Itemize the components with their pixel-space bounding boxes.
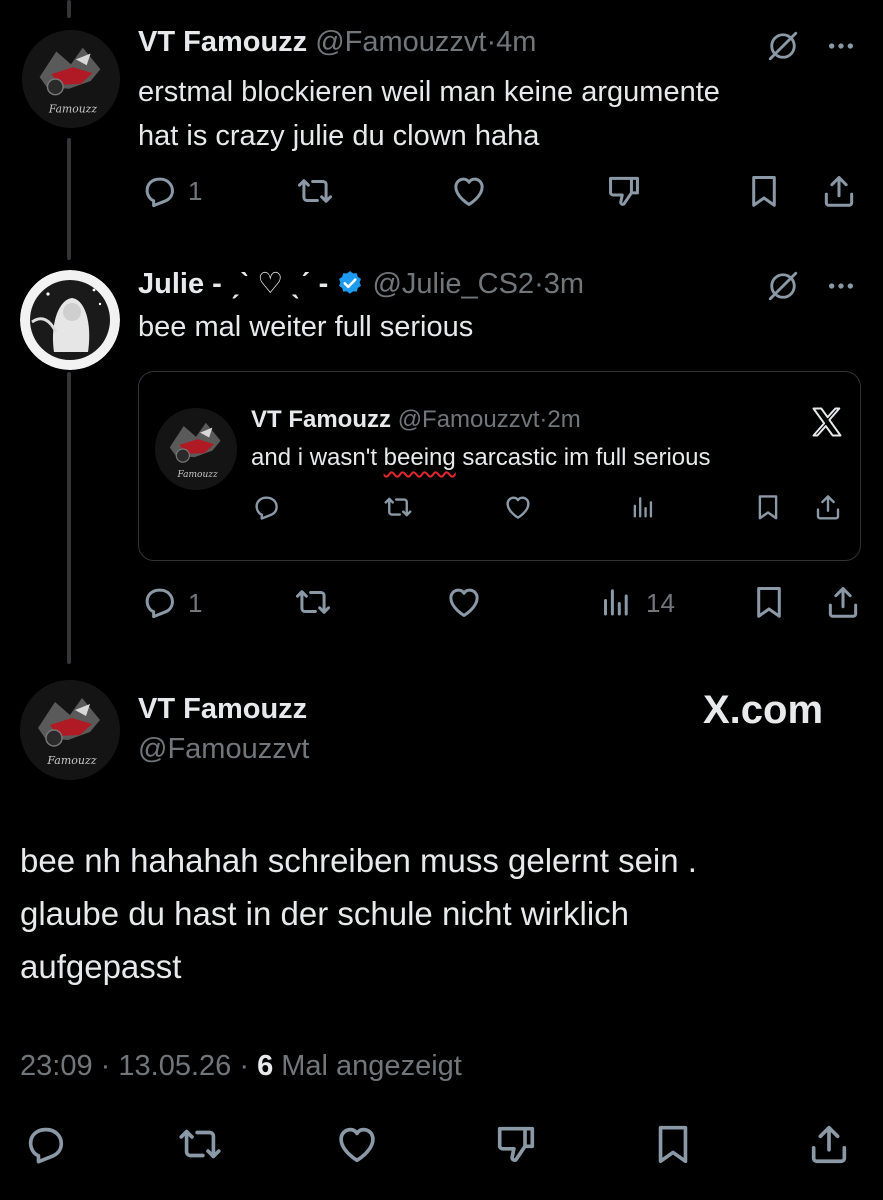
thread-line-1	[67, 138, 71, 260]
post-date[interactable]: 13.05.26	[118, 1050, 231, 1082]
tweet-2-header: Julie - ˏˋ ♡ ˎˊ - @Julie_CS2·3m	[138, 266, 584, 301]
separator: ·	[100, 1050, 111, 1082]
avatar-julie[interactable]	[20, 270, 120, 370]
separator: ·	[486, 26, 497, 58]
views-icon[interactable]	[598, 584, 634, 620]
quote-text-before: and i wasn't	[251, 444, 384, 471]
view-count[interactable]: 6	[257, 1050, 273, 1082]
timestamp[interactable]: 3m	[544, 268, 584, 300]
reply-icon[interactable]	[140, 172, 178, 210]
avatar-famouzz[interactable]	[22, 30, 120, 128]
display-name[interactable]: VT Famouzz	[138, 26, 307, 58]
thread-line-top	[67, 0, 71, 18]
grok-icon[interactable]	[765, 28, 801, 64]
misspelled-word: beeing	[383, 444, 456, 471]
tweet-meta: 23:09 · 13.05.26 · 6 Mal angezeigt	[20, 1050, 462, 1083]
quote-display-name[interactable]: VT Famouzz	[251, 406, 391, 433]
share-icon[interactable]	[820, 172, 858, 210]
avatar-famouzz[interactable]	[20, 680, 120, 780]
more-icon[interactable]	[823, 30, 859, 62]
tweet-1-text: erstmal blockieren weil man keine argume…	[138, 70, 720, 158]
tweet-1-header: VT Famouzz @Famouzzvt·4m	[138, 26, 536, 59]
dislike-icon[interactable]	[493, 1121, 539, 1167]
reply-icon[interactable]	[140, 583, 178, 621]
quote-timestamp[interactable]: 2m	[547, 406, 580, 433]
tweet-text-line: erstmal blockieren weil man keine argume…	[138, 76, 720, 108]
bookmark-icon[interactable]	[750, 583, 788, 621]
views-icon[interactable]	[629, 493, 657, 521]
timestamp[interactable]: 4m	[496, 26, 536, 58]
share-icon[interactable]	[824, 583, 862, 621]
quote-text-after: sarcastic im full serious	[455, 444, 711, 471]
display-name[interactable]: VT Famouzz	[138, 693, 307, 726]
tweet-text-line: bee nh hahahah schreiben muss gelernt se…	[20, 842, 697, 879]
more-icon[interactable]	[823, 270, 859, 302]
bookmark-icon[interactable]	[753, 492, 783, 522]
repost-icon[interactable]	[294, 583, 332, 621]
quote-text: and i wasn't beeing sarcastic im full se…	[251, 444, 710, 472]
tweet-2-text: bee mal weiter full serious	[138, 311, 474, 343]
bookmark-icon[interactable]	[650, 1121, 696, 1167]
thread-line-2	[67, 372, 71, 664]
repost-icon[interactable]	[177, 1121, 223, 1167]
grok-icon[interactable]	[765, 268, 801, 304]
verified-badge-icon	[336, 269, 364, 297]
bookmark-icon[interactable]	[745, 172, 783, 210]
tweet-text-line: aufgepasst	[20, 948, 182, 985]
handle[interactable]: @Famouzzvt	[138, 733, 309, 766]
like-icon[interactable]	[334, 1121, 380, 1167]
dislike-icon[interactable]	[605, 172, 643, 210]
view-count: 14	[646, 588, 675, 618]
repost-icon[interactable]	[383, 492, 413, 522]
display-name[interactable]: Julie - ˏˋ ♡ ˎˊ -	[138, 268, 328, 300]
like-icon[interactable]	[450, 172, 488, 210]
tweet-text-line: glaube du hast in der schule nicht wirkl…	[20, 895, 630, 932]
quote-handle[interactable]: @Famouzzvt	[398, 406, 540, 433]
views-label: Mal angezeigt	[281, 1050, 462, 1082]
tweet-text-line: hat is crazy julie du clown haha	[138, 120, 540, 152]
separator: ·	[239, 1050, 249, 1082]
repost-icon[interactable]	[296, 172, 334, 210]
post-time[interactable]: 23:09	[20, 1050, 93, 1082]
x-com-watermark: X.com	[703, 688, 824, 732]
reply-icon[interactable]	[22, 1121, 68, 1167]
share-icon[interactable]	[806, 1121, 852, 1167]
main-tweet-text: bee nh hahahah schreiben muss gelernt se…	[20, 834, 697, 993]
reply-count: 1	[188, 588, 203, 618]
share-icon[interactable]	[813, 492, 843, 522]
handle[interactable]: @Julie_CS2	[372, 268, 534, 300]
quoted-tweet-card[interactable]: VT Famouzz @Famouzzvt·2m and i wasn't be…	[138, 371, 861, 561]
separator: ·	[534, 268, 544, 300]
reply-icon[interactable]	[251, 492, 281, 522]
quote-header: VT Famouzz @Famouzzvt·2m	[251, 406, 581, 434]
handle[interactable]: @Famouzzvt	[315, 26, 486, 58]
like-icon[interactable]	[445, 583, 483, 621]
quote-avatar-famouzz[interactable]	[155, 408, 237, 490]
reply-count: 1	[188, 176, 203, 206]
like-icon[interactable]	[503, 492, 533, 522]
x-logo-icon[interactable]	[809, 404, 845, 440]
